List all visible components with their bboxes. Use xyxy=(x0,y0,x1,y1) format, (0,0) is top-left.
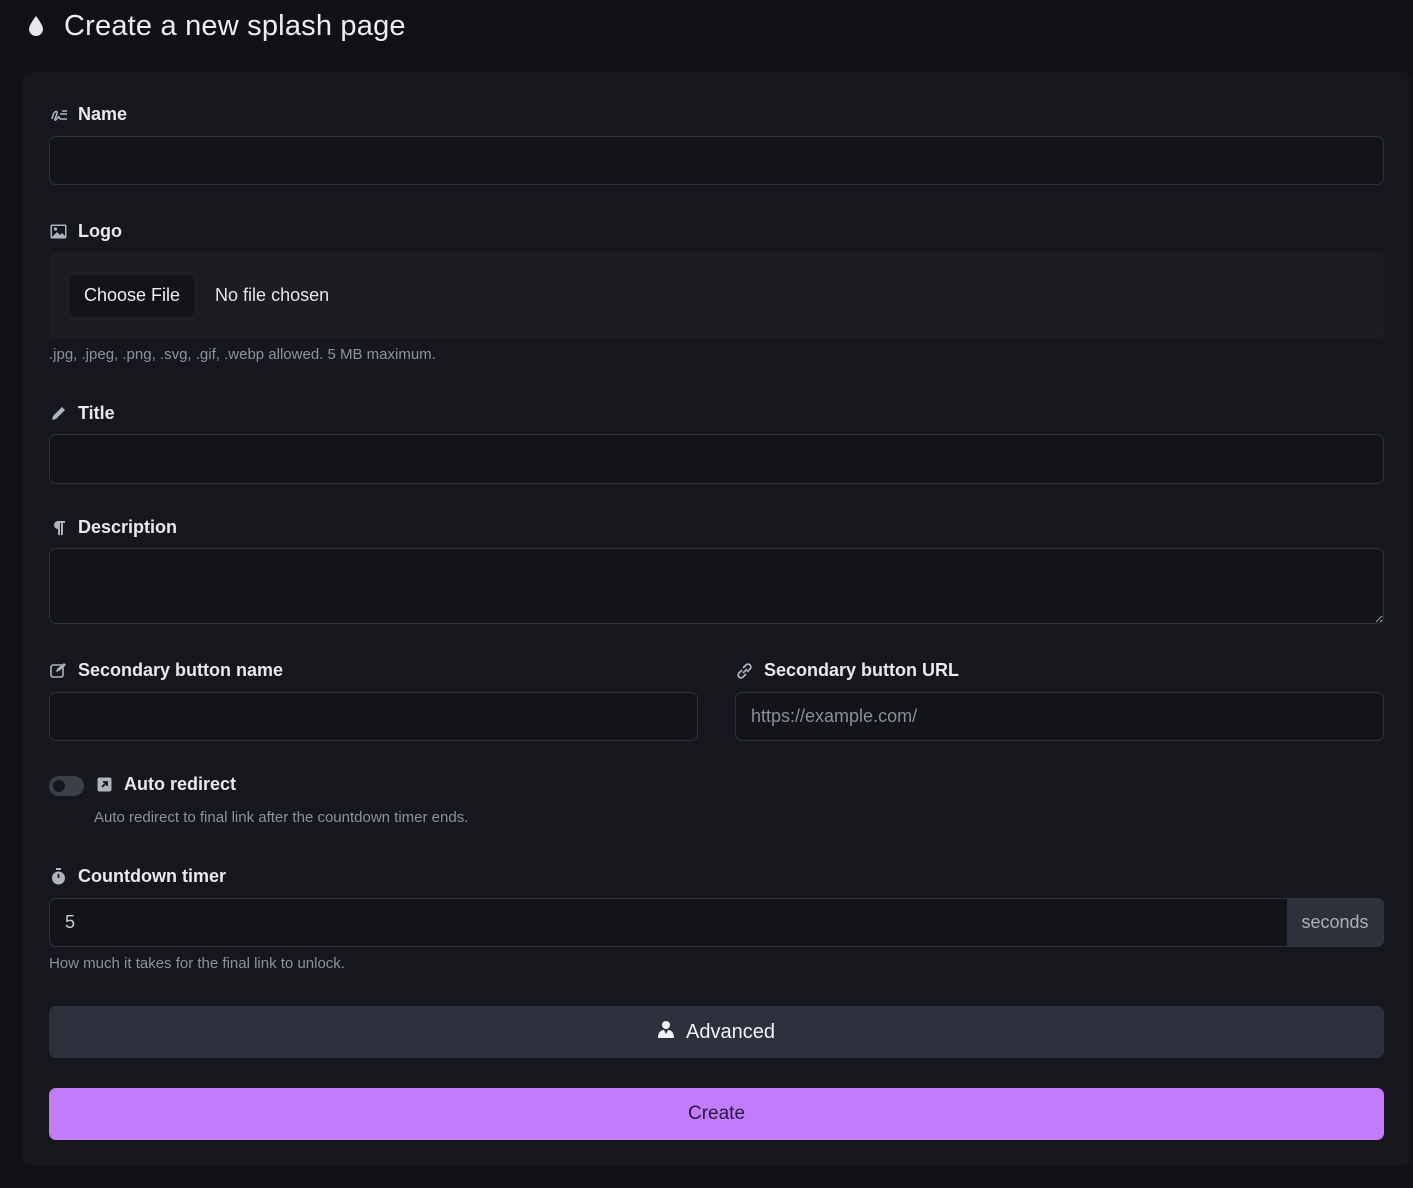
secondary-button-name-label-text: Secondary button name xyxy=(78,660,284,680)
splash-page-form: Name Logo Choose File No file chosen .jp… xyxy=(23,72,1410,1166)
countdown-timer-input[interactable] xyxy=(49,898,1289,947)
auto-redirect-help-text: Auto redirect to final link after the co… xyxy=(94,809,469,826)
description-textarea[interactable] xyxy=(49,548,1384,624)
title-label: Title xyxy=(49,403,115,424)
auto-redirect-toggle[interactable] xyxy=(49,776,84,796)
secondary-button-url-label-text: Secondary button URL xyxy=(764,660,960,680)
logo-label-text: Logo xyxy=(78,221,122,241)
secondary-button-url-label: Secondary button URL xyxy=(735,660,959,681)
file-status: No file chosen xyxy=(215,285,330,305)
auto-redirect-label-text: Auto redirect xyxy=(124,774,237,794)
secondary-button-url-input[interactable] xyxy=(735,692,1384,741)
advanced-button-label: Advanced xyxy=(686,1020,775,1043)
secondary-button-name-input[interactable] xyxy=(49,692,698,741)
stopwatch-icon xyxy=(49,867,68,886)
countdown-timer-label: Countdown timer xyxy=(49,866,226,887)
choose-file-button[interactable]: Choose File xyxy=(70,274,195,317)
external-link-icon xyxy=(95,775,114,794)
logo-file-input[interactable]: Choose File No file chosen xyxy=(49,253,1384,338)
name-label: Name xyxy=(49,104,127,125)
logo-help-text: .jpg, .jpeg, .png, .svg, .gif, .webp all… xyxy=(49,346,436,363)
countdown-timer-label-text: Countdown timer xyxy=(78,866,226,886)
description-label: Description xyxy=(49,517,177,538)
user-tie-icon xyxy=(658,1020,675,1044)
droplet-icon xyxy=(26,15,46,37)
title-label-text: Title xyxy=(78,403,115,423)
toggle-knob xyxy=(53,780,65,792)
edit-icon xyxy=(49,661,68,680)
link-icon xyxy=(735,661,754,680)
paragraph-icon xyxy=(49,518,68,537)
pencil-icon xyxy=(49,404,68,423)
seconds-addon: seconds xyxy=(1287,898,1384,947)
logo-label: Logo xyxy=(49,221,122,242)
auto-redirect-label[interactable]: Auto redirect xyxy=(95,774,236,795)
page-header: Create a new splash page xyxy=(0,0,1413,52)
signature-icon xyxy=(49,105,68,124)
secondary-button-name-label: Secondary button name xyxy=(49,660,283,681)
image-icon xyxy=(49,222,68,241)
create-button[interactable]: Create xyxy=(49,1088,1384,1140)
name-input[interactable] xyxy=(49,136,1384,185)
page-title: Create a new splash page xyxy=(64,9,406,42)
title-input[interactable] xyxy=(49,434,1384,484)
countdown-help-text: How much it takes for the final link to … xyxy=(49,955,345,972)
description-label-text: Description xyxy=(78,517,178,537)
name-label-text: Name xyxy=(78,104,128,124)
advanced-button[interactable]: Advanced xyxy=(49,1006,1384,1058)
